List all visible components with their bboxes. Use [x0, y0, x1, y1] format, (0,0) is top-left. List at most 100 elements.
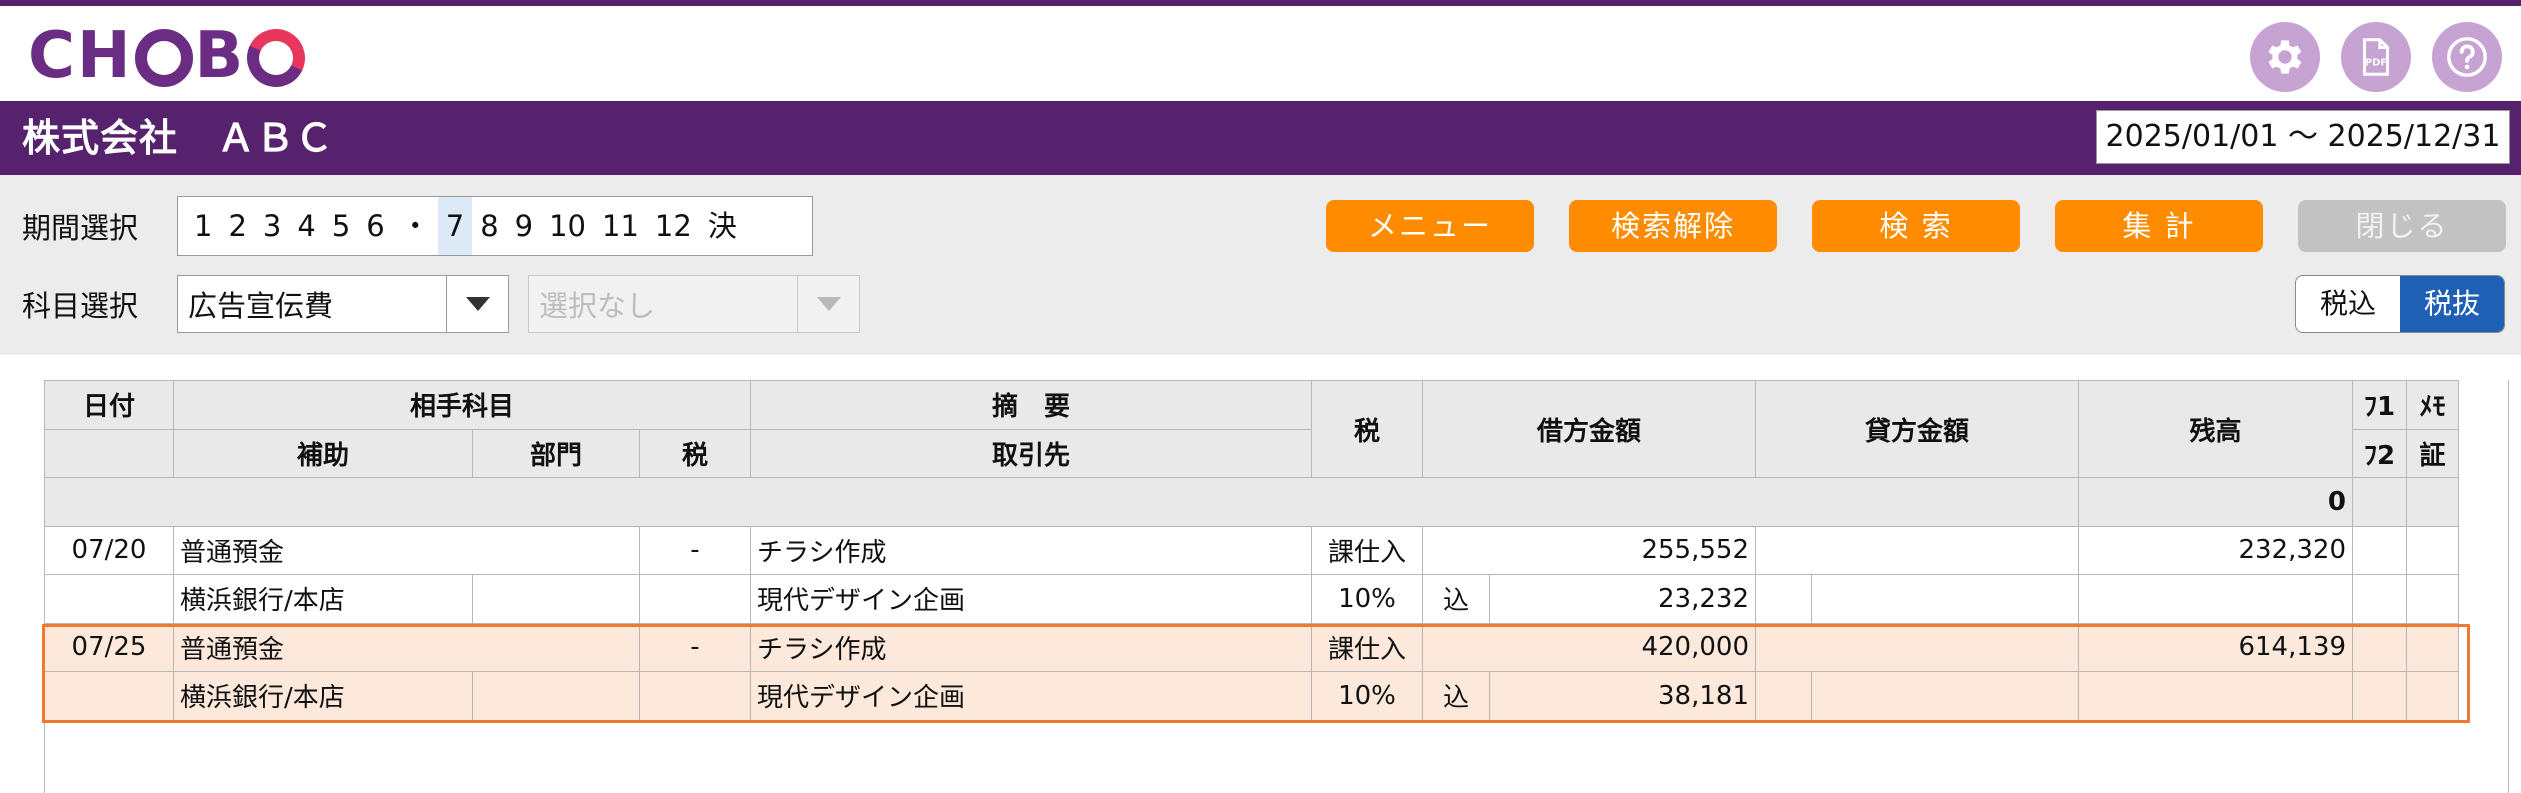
tax-included-option[interactable]: 税込 — [2296, 276, 2400, 332]
month-5[interactable]: 5 — [324, 197, 358, 255]
entry-tax-sub — [639, 574, 751, 624]
table-row[interactable]: 横浜銀行/本店 現代デザイン企画 10% 込 23,232 — [44, 574, 2459, 624]
entry-partner: 現代デザイン企画 — [750, 671, 1312, 721]
entry-balance: 232,320 — [2078, 525, 2353, 575]
search-button[interactable]: 検 索 — [1812, 200, 2020, 252]
credit-header: 貸方金額 — [1755, 380, 2079, 478]
entry-sub-account: 横浜銀行/本店 — [173, 574, 473, 624]
month-12[interactable]: 12 — [647, 197, 700, 255]
entry-date: 07/20 — [44, 525, 174, 575]
entry-date: 07/25 — [44, 622, 174, 672]
header-row-1: 日付 相手科目 摘 要 税 借方金額 貸方金額 残高 ﾌ1 ﾒﾓ — [44, 380, 2459, 478]
entry-credit-mark — [1755, 574, 1812, 624]
pdf-icon: PDF — [2362, 38, 2390, 76]
opening-balance: 0 — [2078, 477, 2353, 527]
opening-balance-spacer — [44, 477, 2079, 527]
entry-flag1 — [2352, 622, 2407, 672]
tax-header: 税 — [639, 428, 751, 478]
entry-account: 普通預金 — [173, 622, 640, 672]
entry-balance: 614,139 — [2078, 622, 2353, 672]
month-2[interactable]: 2 — [220, 197, 254, 255]
top-accent-line — [0, 0, 2521, 6]
entry-credit-mark — [1755, 671, 1812, 721]
entry-flag2 — [2352, 574, 2407, 624]
opening-flag — [2352, 477, 2407, 527]
entry-credit-tax — [1811, 574, 2079, 624]
account-select[interactable]: 広告宣伝費 — [177, 275, 509, 333]
department-header: 部門 — [472, 428, 640, 478]
period-select-label: 期間選択 — [22, 211, 139, 245]
opening-balance-row: 0 — [44, 477, 2459, 527]
month-6[interactable]: 6 — [358, 197, 392, 255]
tax-type-header: 税 — [1311, 380, 1423, 478]
entry-tax-sub — [639, 671, 751, 721]
subject-select-label: 科目選択 — [22, 289, 139, 323]
logo-text-b: B — [194, 19, 246, 93]
month-8[interactable]: 8 — [472, 197, 506, 255]
close-button[interactable]: 閉じる — [2298, 200, 2506, 252]
logo-text-left: CH — [28, 19, 133, 93]
menu-button[interactable]: メニュー — [1326, 200, 1534, 252]
month-9[interactable]: 9 — [507, 197, 541, 255]
entry-department — [472, 574, 640, 624]
entry-memo — [2406, 525, 2459, 575]
logo-o-accent-mark — [239, 20, 314, 96]
summary-button[interactable]: 集 計 — [2055, 200, 2263, 252]
help-icon — [2447, 37, 2487, 77]
dropdown-arrow-icon — [446, 276, 508, 332]
debit-header: 借方金額 — [1422, 380, 1756, 478]
date-header: 日付 — [44, 380, 174, 430]
proof-header: 証 — [2406, 428, 2459, 478]
entry-summary: チラシ作成 — [750, 622, 1312, 672]
entry-proof — [2406, 671, 2459, 721]
entry-tax-amount: 38,181 — [1489, 671, 1756, 721]
entry-debit: 420,000 — [1422, 622, 1756, 672]
sub-account-select[interactable]: 選択なし — [528, 275, 860, 333]
date-header-sub — [44, 428, 174, 478]
svg-text:PDF: PDF — [2365, 58, 2387, 69]
month-11[interactable]: 11 — [594, 197, 647, 255]
partner-header: 取引先 — [750, 428, 1312, 478]
entry-date-sub — [44, 671, 174, 721]
fiscal-period-display: 2025/01/01 ～ 2025/12/31 — [2096, 110, 2510, 164]
ledger-table: 日付 相手科目 摘 要 税 借方金額 貸方金額 残高 ﾌ1 ﾒﾓ 補助 部門 税… — [44, 380, 2459, 721]
clear-search-button[interactable]: 検索解除 — [1569, 200, 1777, 252]
table-row[interactable]: 07/20 普通預金 - チラシ作成 課仕入 255,552 232,320 — [44, 525, 2459, 575]
table-left-border — [44, 380, 45, 793]
table-row[interactable]: 07/25 普通預金 - チラシ作成 課仕入 420,000 614,139 — [44, 622, 2459, 672]
company-name: 株式会社 ＡＢＣ — [22, 116, 335, 160]
tax-excluded-option[interactable]: 税抜 — [2400, 276, 2504, 332]
entry-balance-sub — [2078, 574, 2353, 624]
entry-credit — [1755, 622, 2079, 672]
entry-credit-tax — [1811, 671, 2079, 721]
account-select-value: 広告宣伝費 — [188, 289, 334, 323]
app-logo[interactable]: CH B — [28, 19, 314, 96]
entry-incl-mark: 込 — [1422, 671, 1490, 721]
entry-balance-sub — [2078, 671, 2353, 721]
entry-tax-type: 課仕入 — [1311, 525, 1423, 575]
entry-account: 普通預金 — [173, 525, 640, 575]
entry-department — [472, 671, 640, 721]
entry-summary: チラシ作成 — [750, 525, 1312, 575]
month-7[interactable]: 7 — [437, 197, 473, 255]
logo-o-mark — [134, 29, 193, 87]
month-selector: 1 2 3 4 5 6 ・ 7 8 9 10 11 12 決 — [177, 196, 813, 256]
pdf-button[interactable]: PDF — [2341, 22, 2411, 92]
month-10[interactable]: 10 — [541, 197, 594, 255]
month-1[interactable]: 1 — [186, 197, 220, 255]
settings-button[interactable] — [2250, 22, 2320, 92]
entry-tax-flag: - — [639, 622, 751, 672]
month-4[interactable]: 4 — [289, 197, 323, 255]
help-button[interactable] — [2432, 22, 2502, 92]
entry-flag1 — [2352, 525, 2407, 575]
summary-header: 摘 要 — [750, 380, 1312, 430]
entry-memo — [2406, 622, 2459, 672]
opening-memo — [2406, 477, 2459, 527]
entry-flag2 — [2352, 671, 2407, 721]
half-separator[interactable]: ・ — [393, 197, 438, 255]
month-settlement[interactable]: 決 — [700, 197, 745, 255]
entry-proof — [2406, 574, 2459, 624]
entry-sub-account: 横浜銀行/本店 — [173, 671, 473, 721]
month-3[interactable]: 3 — [255, 197, 289, 255]
table-row[interactable]: 横浜銀行/本店 現代デザイン企画 10% 込 38,181 — [44, 671, 2459, 721]
